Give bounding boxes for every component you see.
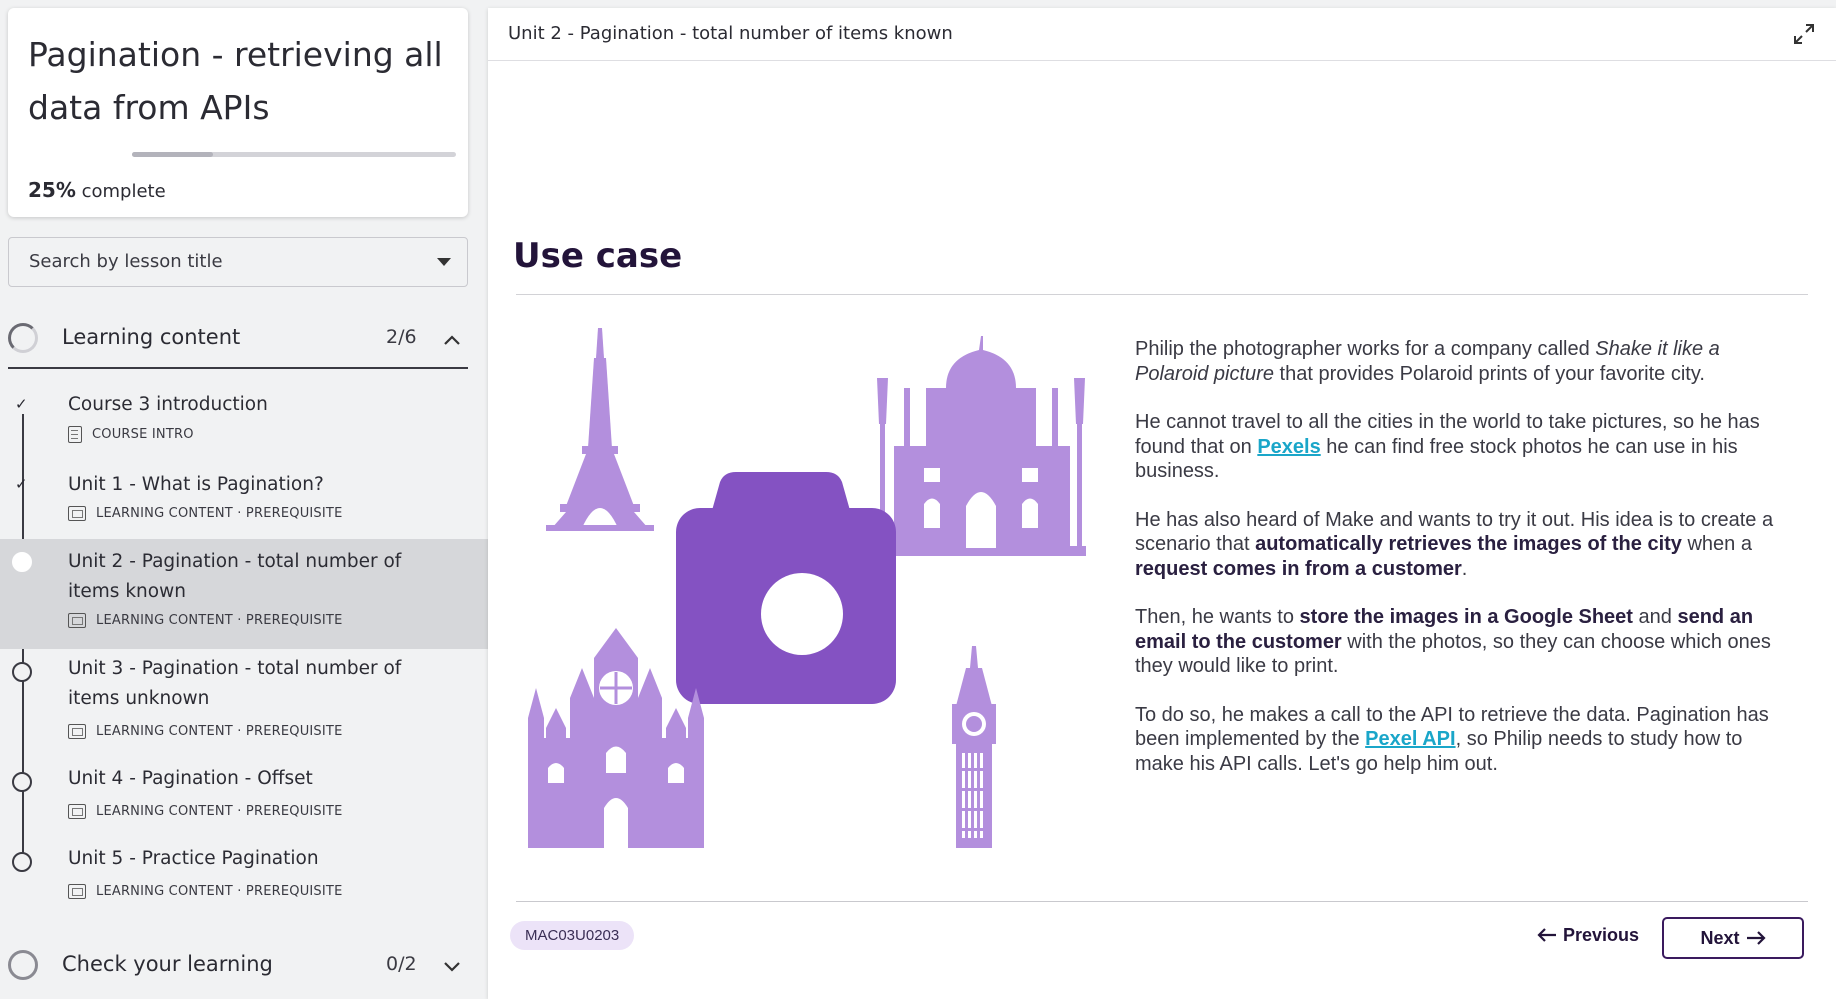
arrow-left-icon — [1537, 928, 1556, 942]
section-check-your-learning[interactable]: Check your learning 0/2 — [0, 937, 468, 993]
previous-button[interactable]: Previous — [1518, 914, 1658, 956]
course-progress-card: Pagination - retrieving all data from AP… — [8, 8, 468, 217]
search-placeholder: Search by lesson title — [29, 251, 223, 272]
camera-icon — [676, 472, 896, 704]
p3-text-mid: when a — [1681, 533, 1752, 555]
section-count: 2/6 — [386, 326, 417, 348]
progress-bar-fill — [132, 152, 213, 157]
lesson-title: Unit 3 - Pagination - total number of it… — [68, 658, 402, 709]
lesson-item-unit-4[interactable]: Unit 4 - Pagination - Offset LEARNING CO… — [0, 768, 488, 850]
lesson-meta-text: LEARNING CONTENT · PREREQUISITE — [96, 724, 343, 739]
p1-text: Philip the photographer works for a comp… — [1135, 338, 1596, 360]
lesson-item-unit-3[interactable]: Unit 3 - Pagination - total number of it… — [0, 658, 488, 760]
chevron-up-icon[interactable] — [443, 334, 461, 346]
paragraph-2: He cannot travel to all the cities in th… — [1135, 410, 1785, 484]
p4-text-mid: and — [1632, 606, 1678, 628]
progress-percent: 25% — [28, 178, 76, 202]
lesson-meta: COURSE INTRO — [68, 426, 194, 443]
progress-text: 25% complete — [28, 178, 166, 202]
progress-ring-icon — [8, 950, 38, 980]
p3-text-end: . — [1461, 557, 1468, 580]
incomplete-circle-icon — [12, 772, 32, 792]
section-label: Check your learning — [62, 952, 273, 976]
content-heading: Use case — [513, 236, 683, 276]
lesson-title: Unit 4 - Pagination - Offset — [68, 768, 313, 789]
lesson-meta: LEARNING CONTENT · PREREQUISITE — [68, 884, 342, 899]
p3-bold-2: request comes in from a customer — [1135, 557, 1462, 580]
lesson-item-course-intro[interactable]: Course 3 introduction COURSE INTRO — [0, 386, 488, 466]
lesson-item-unit-2[interactable]: Unit 2 - Pagination - total number of it… — [0, 539, 488, 649]
p3-bold-1: automatically retrieves the images of th… — [1255, 533, 1682, 555]
lesson-meta-text: LEARNING CONTENT · PREREQUISITE — [96, 613, 343, 628]
footer-divider — [516, 901, 1808, 902]
progress-ring-icon — [8, 323, 38, 353]
lesson-meta-text: LEARNING CONTENT · PREREQUISITE — [96, 884, 343, 899]
incomplete-circle-icon — [12, 662, 32, 682]
lesson-item-unit-1[interactable]: Unit 1 - What is Pagination? LEARNING CO… — [0, 466, 488, 546]
lesson-panel: Unit 2 - Pagination - total number of it… — [488, 8, 1836, 999]
city-landmarks-illustration — [528, 328, 1086, 848]
paragraph-4: Then, he wants to store the images in a … — [1135, 605, 1785, 679]
previous-label: Previous — [1562, 924, 1640, 945]
lesson-title: Unit 5 - Practice Pagination — [68, 848, 319, 869]
course-sidebar: Pagination - retrieving all data from AP… — [0, 0, 488, 999]
next-label: Next — [1700, 927, 1740, 948]
lesson-title: Unit 1 - What is Pagination? — [68, 474, 324, 495]
lesson-header: Unit 2 - Pagination - total number of it… — [488, 8, 1836, 61]
p4-text: Then, he wants to — [1135, 606, 1300, 628]
paragraph-1: Philip the photographer works for a comp… — [1135, 337, 1785, 386]
progress-suffix: complete — [81, 181, 166, 202]
lesson-meta-text: LEARNING CONTENT · PREREQUISITE — [96, 506, 343, 521]
section-count: 0/2 — [386, 953, 417, 975]
slides-icon — [68, 506, 86, 521]
use-case-text: Philip the photographer works for a comp… — [1135, 337, 1785, 800]
eiffel-tower-icon — [546, 328, 654, 531]
taj-mahal-icon — [876, 336, 1086, 556]
arrow-right-icon — [1746, 931, 1766, 945]
chevron-down-icon[interactable] — [443, 961, 461, 973]
paragraph-5: To do so, he makes a call to the API to … — [1135, 703, 1785, 777]
lesson-meta-text: LEARNING CONTENT · PREREQUISITE — [96, 804, 343, 819]
lesson-search-dropdown[interactable]: Search by lesson title — [8, 237, 468, 287]
check-icon — [12, 475, 32, 496]
lesson-meta: LEARNING CONTENT · PREREQUISITE — [68, 724, 342, 739]
progress-bar — [132, 152, 456, 157]
pexel-api-link[interactable]: Pexel API — [1365, 728, 1455, 750]
lesson-meta-text: COURSE INTRO — [92, 427, 194, 442]
section-label: Learning content — [62, 325, 241, 349]
lesson-breadcrumb: Unit 2 - Pagination - total number of it… — [508, 23, 953, 44]
incomplete-circle-icon — [12, 852, 32, 872]
pexels-link[interactable]: Pexels — [1257, 436, 1320, 458]
heading-divider — [516, 294, 1808, 295]
check-icon — [12, 395, 32, 416]
lesson-meta: LEARNING CONTENT · PREREQUISITE — [68, 506, 342, 521]
big-ben-icon — [952, 646, 996, 848]
p1-text-end: that provides Polaroid prints of your fa… — [1273, 362, 1705, 385]
slides-icon — [68, 613, 86, 628]
lesson-meta: LEARNING CONTENT · PREREQUISITE — [68, 613, 342, 628]
lesson-item-unit-5[interactable]: Unit 5 - Practice Pagination LEARNING CO… — [0, 848, 488, 930]
slides-icon — [68, 804, 86, 819]
paragraph-3: He has also heard of Make and wants to t… — [1135, 508, 1785, 582]
caret-down-icon — [437, 258, 451, 266]
slides-icon — [68, 884, 86, 899]
current-lesson-marker — [12, 552, 32, 572]
next-button[interactable]: Next — [1662, 917, 1804, 959]
slides-icon — [68, 724, 86, 739]
section-divider — [8, 367, 468, 369]
lesson-code-badge: MAC03U0203 — [510, 921, 635, 950]
document-icon — [68, 426, 82, 443]
p4-bold-1: store the images in a Google Sheet — [1299, 606, 1633, 628]
lesson-title: Unit 2 - Pagination - total number of it… — [68, 551, 402, 602]
course-title: Pagination - retrieving all data from AP… — [28, 35, 443, 127]
lesson-meta: LEARNING CONTENT · PREREQUISITE — [68, 804, 342, 819]
section-learning-content[interactable]: Learning content 2/6 — [0, 310, 468, 366]
lesson-title: Course 3 introduction — [68, 394, 268, 415]
expand-fullscreen-icon[interactable] — [1792, 22, 1816, 46]
